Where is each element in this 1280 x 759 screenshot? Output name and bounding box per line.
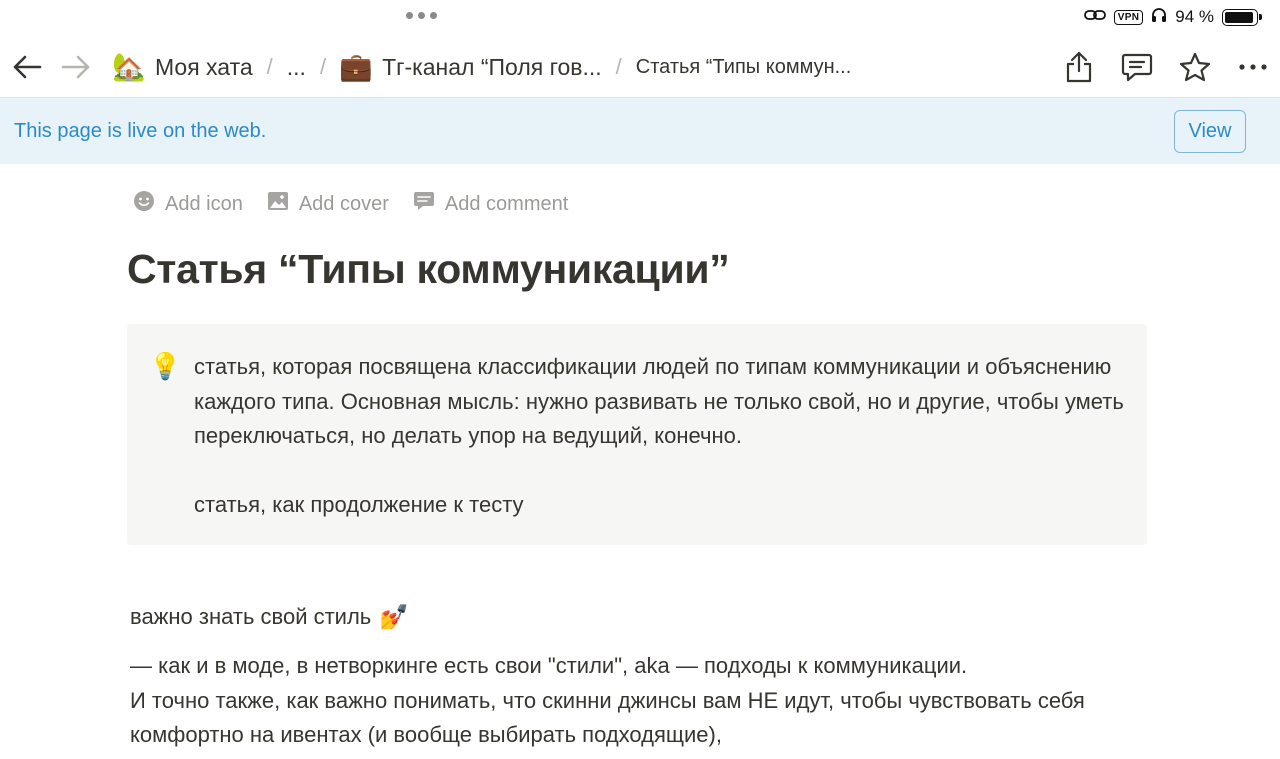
headphones-icon <box>1151 7 1167 28</box>
breadcrumb-item-home[interactable]: 🏡 Моя хата <box>112 51 253 83</box>
add-icon-label: Add icon <box>165 192 243 215</box>
page-title[interactable]: Статья “Типы коммуникации” <box>127 246 730 293</box>
top-navigation-bar: 🏡 Моя хата / ... / 💼 Тг-канал “Поля гов.… <box>0 38 1280 96</box>
callout-text[interactable]: статья, которая посвящена классификации … <box>194 350 1124 522</box>
published-banner-text: This page is live on the web. <box>14 119 267 142</box>
forward-arrow-icon[interactable] <box>61 52 91 82</box>
add-cover-label: Add cover <box>298 192 389 215</box>
breadcrumb-label: Статья “Типы коммун... <box>635 55 852 78</box>
briefcase-icon: 💼 <box>339 52 373 83</box>
comment-icon[interactable] <box>1120 50 1154 84</box>
callout-block[interactable]: 💡 статья, которая посвящена классификаци… <box>127 324 1147 545</box>
section-heading[interactable]: важно знать свой стиль 💅 <box>130 603 409 631</box>
add-comment-button[interactable]: Add comment <box>413 190 568 218</box>
multitasking-dots[interactable] <box>406 12 440 22</box>
body-paragraph[interactable]: — как и в моде, в нетворкинге есть свои … <box>130 649 1130 753</box>
share-icon[interactable] <box>1062 50 1096 84</box>
callout-paragraph: статья, как продолжение к тесту <box>194 491 524 517</box>
breadcrumb-item-collapsed[interactable]: ... <box>287 54 306 81</box>
status-bar: VPN 94 % <box>1083 5 1262 29</box>
page-actions: Add icon Add cover Add comment <box>133 190 568 218</box>
breadcrumb-label: ... <box>286 53 306 80</box>
smiley-icon <box>133 190 155 218</box>
toolbar-actions <box>1062 38 1270 96</box>
battery-icon <box>1222 8 1262 26</box>
breadcrumb: 🏡 Моя хата / ... / 💼 Тг-канал “Поля гов.… <box>112 51 852 83</box>
breadcrumb-item-channel[interactable]: 💼 Тг-канал “Поля гов... <box>339 51 602 83</box>
breadcrumb-separator: / <box>266 54 273 79</box>
more-options-icon[interactable] <box>1236 50 1270 84</box>
battery-percentage: 94 % <box>1175 7 1214 26</box>
body-line: И точно также, как важно понимать, что с… <box>130 687 1085 748</box>
breadcrumb-separator: / <box>615 54 622 79</box>
vpn-badge: VPN <box>1113 9 1144 25</box>
add-comment-label: Add comment <box>444 192 569 215</box>
published-banner: This page is live on the web. View <box>0 97 1280 164</box>
house-with-garden-icon: 🏡 <box>112 52 146 83</box>
breadcrumb-label: Тг-канал “Поля гов... <box>382 53 602 80</box>
speech-bubble-icon <box>413 191 435 217</box>
breadcrumb-label: Моя хата <box>155 53 253 80</box>
add-icon-button[interactable]: Add icon <box>133 190 243 218</box>
back-arrow-icon[interactable] <box>12 52 42 82</box>
view-button[interactable]: View <box>1174 110 1246 153</box>
breadcrumb-item-current-page[interactable]: Статья “Типы коммун... <box>636 56 852 79</box>
nail-polish-icon: 💅 <box>379 603 410 631</box>
link-icon <box>1083 7 1106 27</box>
breadcrumb-separator: / <box>319 54 327 79</box>
add-cover-button[interactable]: Add cover <box>267 190 389 218</box>
image-icon <box>267 191 289 217</box>
star-icon[interactable] <box>1178 50 1212 84</box>
body-line: — как и в моде, в нетворкинге есть свои … <box>130 653 968 678</box>
callout-paragraph: статья, которая посвящена классификации … <box>194 354 1124 448</box>
section-heading-text: важно знать свой стиль <box>130 604 372 629</box>
light-bulb-icon[interactable]: 💡 <box>149 352 181 382</box>
